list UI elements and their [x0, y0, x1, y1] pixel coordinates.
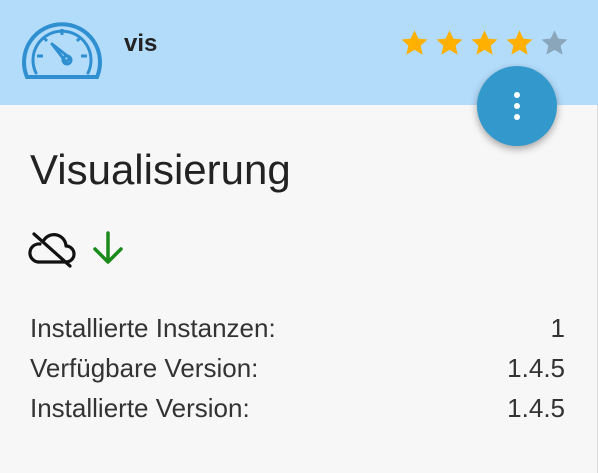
info-row-installed-instances: Installierte Instanzen: 1: [30, 308, 565, 348]
star-icon: [506, 30, 533, 55]
adapter-name: vis: [124, 30, 158, 57]
info-label: Installierte Version:: [30, 393, 250, 423]
more-vert-icon-dot: [514, 103, 520, 109]
adapter-title: Visualisierung: [30, 146, 291, 193]
star-icon: [436, 30, 463, 55]
adapter-card: vis Visualisierung Installierte Instanze…: [0, 0, 598, 473]
info-label: Installierte Instanzen:: [30, 313, 276, 343]
gauge-icon: [22, 22, 102, 79]
more-vert-icon: [514, 92, 520, 98]
star-empty-icon: [541, 30, 568, 55]
info-value: 1: [550, 313, 565, 343]
info-row-available-version: Verfügbare Version: 1.4.5: [30, 348, 565, 388]
star-icon: [401, 30, 428, 55]
status-icons: [28, 228, 126, 268]
arrow-down-icon[interactable]: [90, 228, 126, 268]
info-value: 1.4.5: [507, 353, 565, 383]
info-value: 1.4.5: [507, 393, 565, 423]
info-row-installed-version: Installierte Version: 1.4.5: [30, 388, 565, 428]
info-label: Verfügbare Version:: [30, 353, 259, 383]
info-list: Installierte Instanzen: 1 Verfügbare Ver…: [30, 308, 565, 428]
more-vert-icon-dot: [514, 114, 520, 120]
star-icon: [471, 30, 498, 55]
rating-stars[interactable]: [397, 27, 572, 59]
more-options-button[interactable]: [477, 66, 557, 146]
cloud-off-icon[interactable]: [28, 228, 76, 268]
